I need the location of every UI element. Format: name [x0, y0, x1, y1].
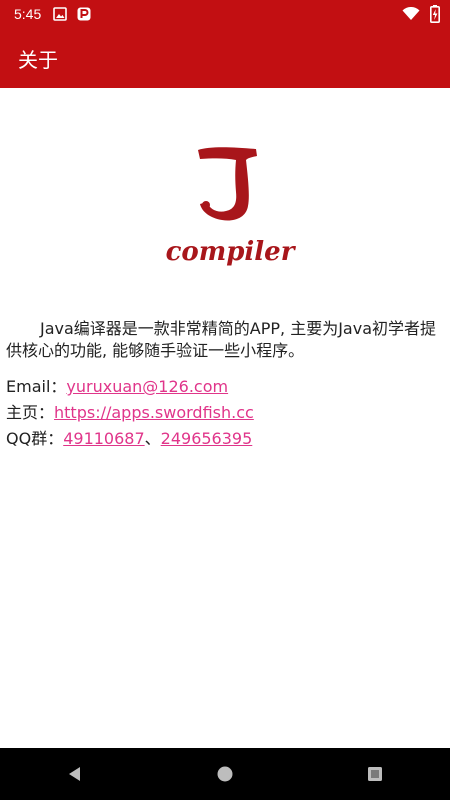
recents-button[interactable]	[345, 748, 405, 800]
qq-group-link-1[interactable]: 49110687	[63, 429, 144, 448]
qq-separator: 、	[144, 429, 161, 448]
about-screen: 5:45 关于 compiler Java编译器是一款非常精简的APP, 主要为…	[0, 0, 450, 800]
wifi-icon	[402, 7, 420, 21]
status-right-group	[402, 5, 440, 23]
recents-icon	[368, 767, 382, 781]
email-label: Email：	[6, 377, 67, 396]
logo-word: compiler	[166, 237, 297, 267]
app-logo: compiler	[160, 138, 300, 278]
app-description: Java编译器是一款非常精简的APP, 主要为Java初学者提供核心的功能, 能…	[6, 319, 437, 360]
about-content: Java编译器是一款非常精简的APP, 主要为Java初学者提供核心的功能, 能…	[6, 318, 444, 452]
logo-letter-j	[198, 147, 257, 221]
homepage-link[interactable]: https://apps.swordfish.cc	[54, 403, 254, 422]
status-time: 5:45	[14, 6, 42, 22]
homepage-label: 主页：	[6, 403, 55, 422]
homepage-row: 主页：https://apps.swordfish.cc	[6, 400, 444, 426]
back-button[interactable]	[45, 748, 105, 800]
email-link[interactable]: yuruxuan@126.com	[66, 377, 228, 396]
email-row: Email：yuruxuan@126.com	[6, 374, 444, 400]
home-icon	[217, 766, 233, 782]
qq-row: QQ群：49110687、249656395	[6, 426, 444, 452]
battery-charging-icon	[430, 5, 440, 23]
app-bar: 关于	[0, 28, 450, 88]
image-icon	[53, 7, 68, 21]
qq-group-link-2[interactable]: 249656395	[161, 429, 253, 448]
page-title: 关于	[18, 47, 58, 72]
back-icon	[69, 767, 80, 781]
home-button[interactable]	[195, 748, 255, 800]
status-bar: 5:45	[0, 0, 450, 28]
parking-icon	[77, 7, 91, 21]
qq-label: QQ群：	[6, 429, 64, 448]
navigation-bar	[0, 748, 450, 800]
